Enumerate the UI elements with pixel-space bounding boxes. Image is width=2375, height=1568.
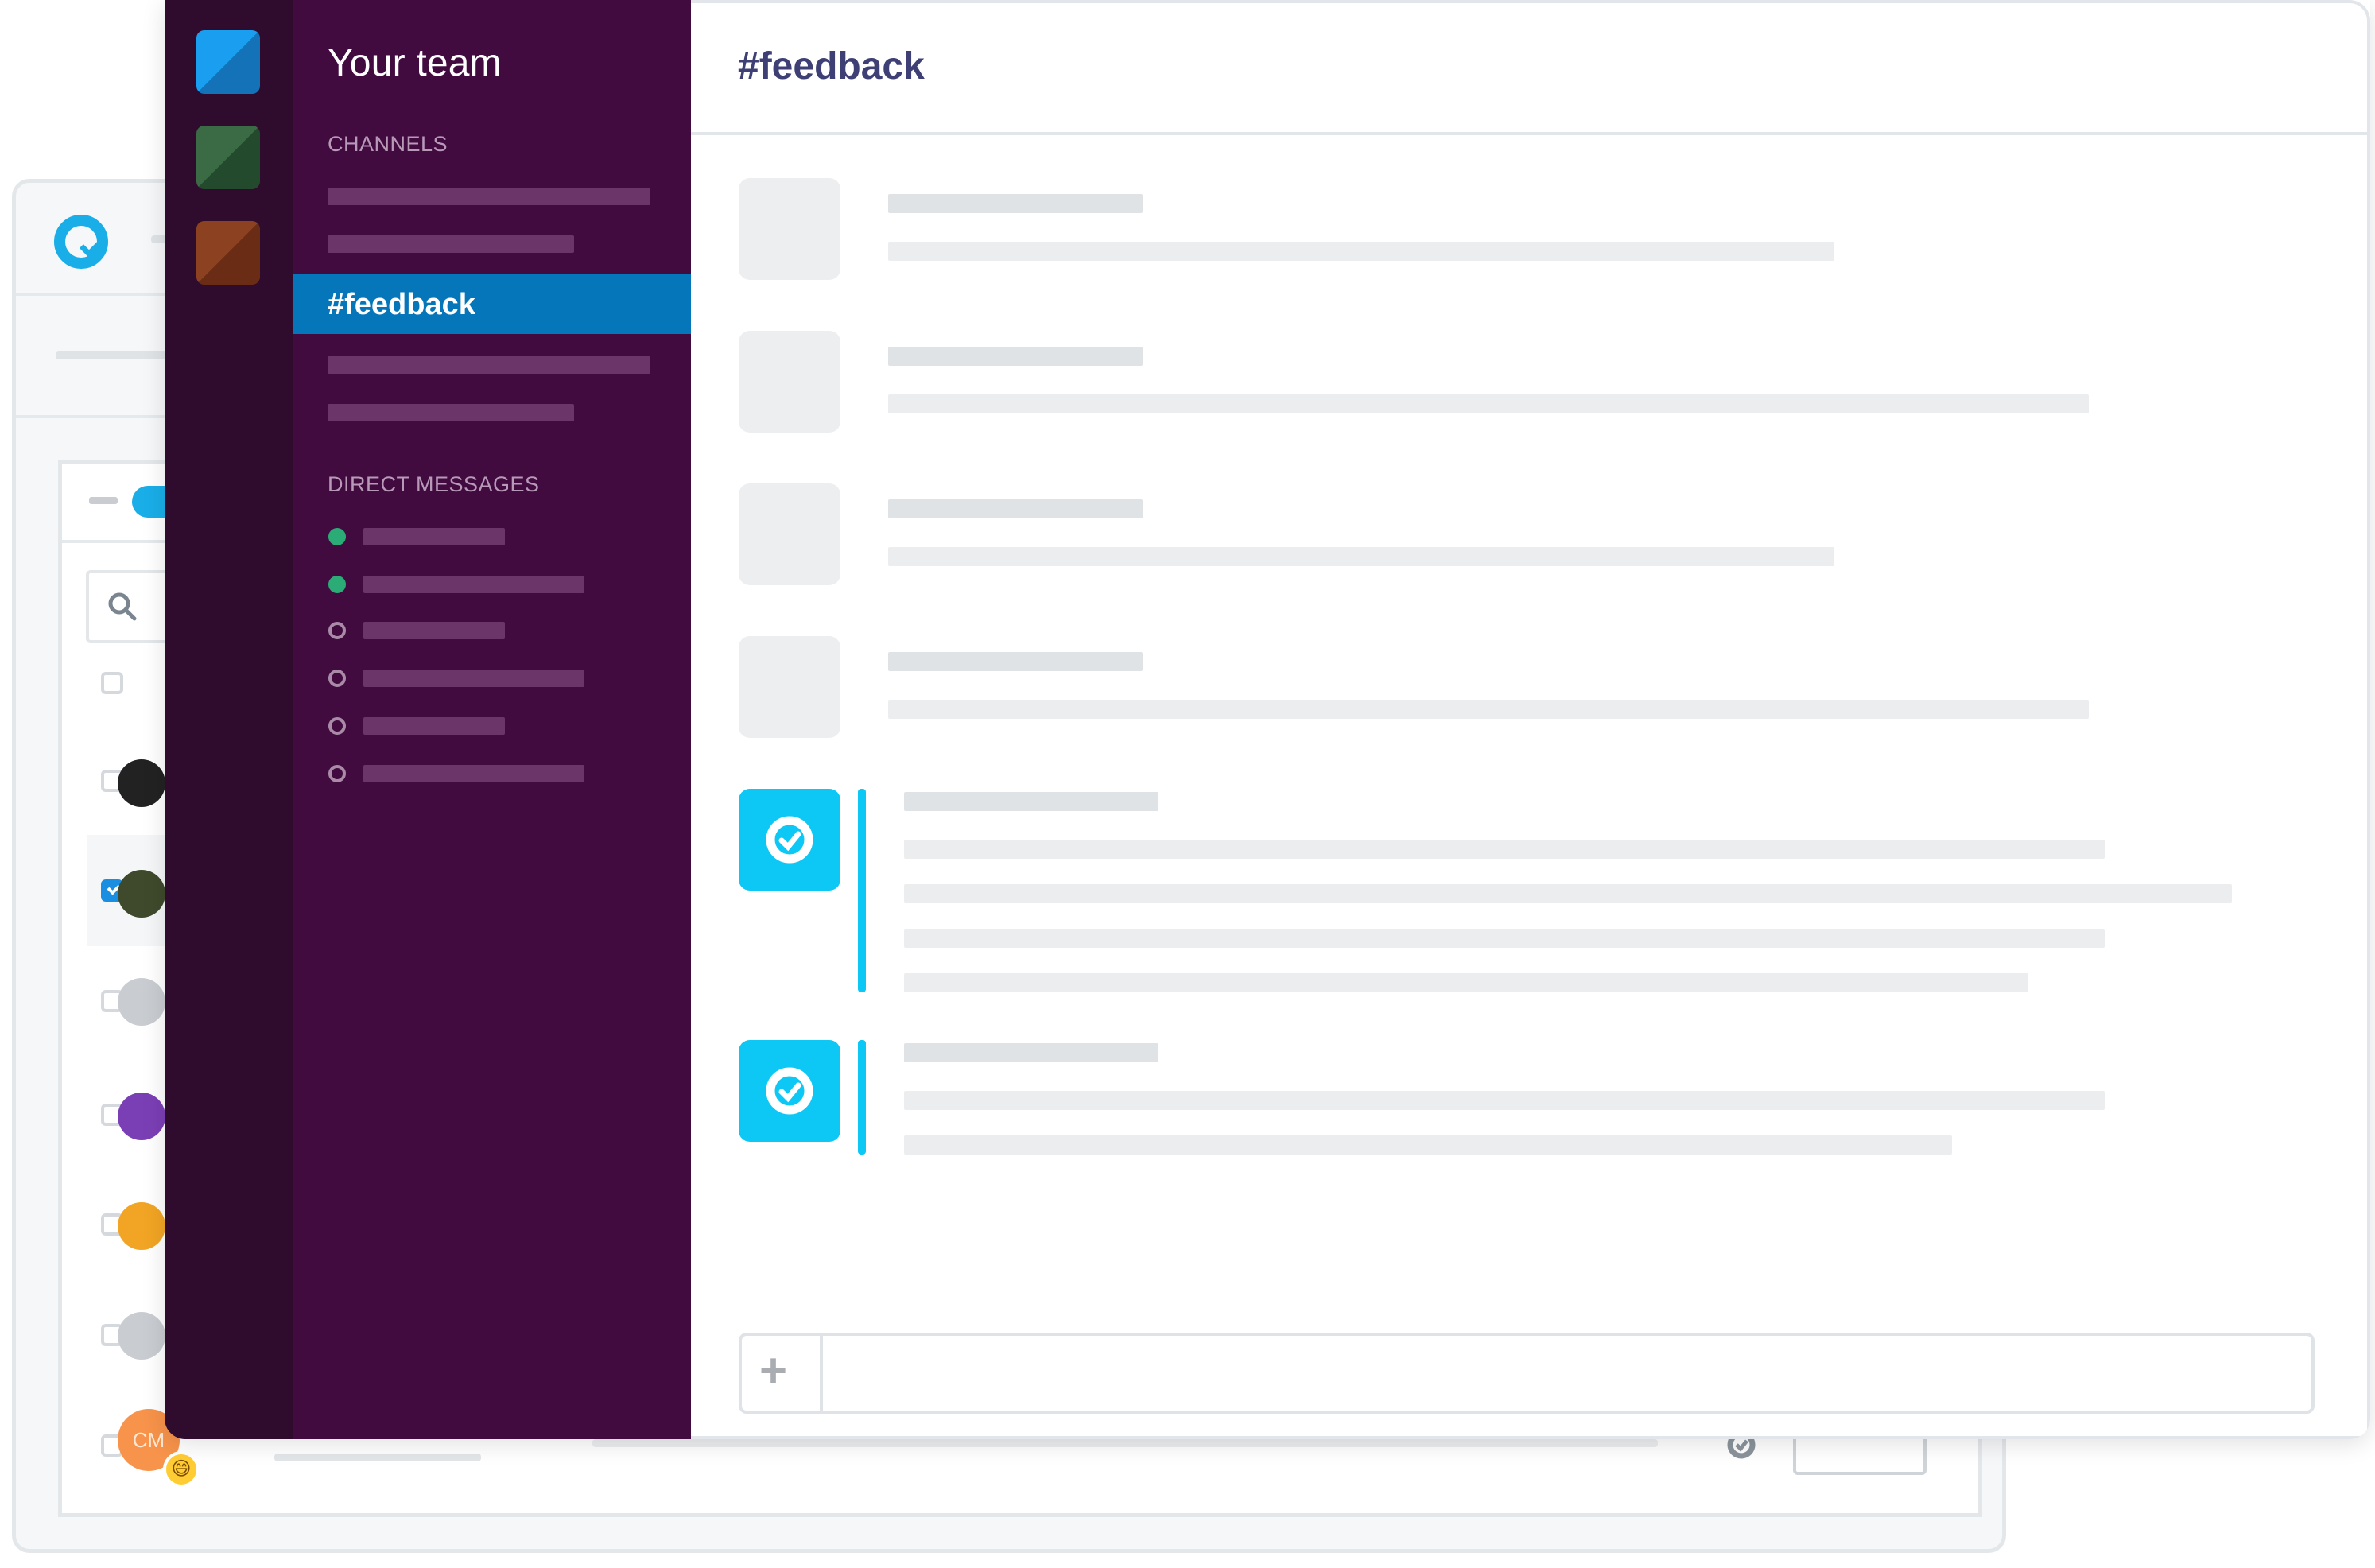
message-text: [904, 973, 2028, 992]
message-text: [888, 700, 2089, 719]
avatar: [739, 331, 840, 433]
page-title: #feedback: [738, 45, 925, 87]
dm-item[interactable]: [363, 528, 505, 545]
message-text: [904, 1135, 1952, 1155]
team-tile-green[interactable]: [196, 126, 260, 189]
bot-avatar: [739, 1040, 840, 1142]
team-name[interactable]: Your team: [328, 41, 502, 85]
presence-offline-icon: [328, 765, 346, 782]
avatar: [118, 870, 165, 918]
avatar: [118, 978, 165, 1026]
add-attachment-button[interactable]: +: [742, 1336, 823, 1411]
attachment-bar: [858, 1040, 866, 1155]
avatar: [739, 483, 840, 585]
avatar: [739, 636, 840, 738]
channel-item[interactable]: [328, 404, 574, 421]
presence-online-icon: [328, 576, 346, 593]
message-composer: +: [739, 1333, 2315, 1414]
avatar: [118, 1202, 165, 1250]
direct-messages-heading: DIRECT MESSAGES: [328, 472, 540, 496]
message-author: [904, 792, 1158, 811]
chat-app-window: Your team CHANNELS #feedback DIRECT MESS…: [165, 0, 2370, 1439]
attachment-bar: [858, 789, 866, 992]
channel-main-pane: #feedback +: [691, 0, 2370, 1439]
dm-item[interactable]: [363, 765, 584, 782]
message-text: [888, 547, 1834, 566]
channel-item-feedback[interactable]: #feedback: [293, 274, 691, 334]
row-placeholder: [592, 1439, 1658, 1447]
message-author: [888, 652, 1143, 671]
checkcircle-logo-icon: [54, 215, 108, 269]
message-text: [888, 242, 1834, 261]
avatar: [118, 1312, 165, 1360]
channel-sidebar: Your team CHANNELS #feedback DIRECT MESS…: [293, 0, 691, 1439]
collapse-icon[interactable]: [89, 497, 118, 504]
team-tile-orange[interactable]: [196, 221, 260, 285]
bot-avatar: [739, 789, 840, 891]
select-all-checkbox[interactable]: [101, 672, 123, 694]
checkcircle-logo-icon: [766, 1067, 813, 1115]
dm-item[interactable]: [363, 717, 505, 735]
avatar: [118, 1093, 165, 1140]
message-author: [904, 1043, 1158, 1062]
avatar: [739, 178, 840, 280]
channel-item[interactable]: [328, 188, 650, 205]
row-placeholder: [274, 1454, 481, 1461]
message-text: [904, 884, 2232, 903]
search-icon: [108, 592, 137, 621]
team-tile-blue[interactable]: [196, 30, 260, 94]
message-input[interactable]: [825, 1336, 2311, 1411]
team-switcher: [165, 0, 293, 1439]
message-text: [888, 394, 2089, 413]
checkcircle-logo-icon: [766, 816, 813, 864]
presence-offline-icon: [328, 670, 346, 687]
dm-item[interactable]: [363, 670, 584, 687]
channel-item-label: #feedback: [328, 288, 475, 321]
presence-offline-icon: [328, 622, 346, 639]
dm-item[interactable]: [363, 622, 505, 639]
channel-item[interactable]: [328, 235, 574, 253]
message-author: [888, 194, 1143, 213]
toolbar-placeholder: [56, 351, 175, 359]
message-text: [904, 929, 2105, 948]
channels-heading: CHANNELS: [328, 132, 448, 156]
message-text: [904, 1091, 2105, 1110]
message-author: [888, 347, 1143, 366]
channel-item[interactable]: [328, 356, 650, 374]
presence-online-icon: [328, 528, 346, 545]
plus-icon: +: [759, 1344, 788, 1397]
message-author: [888, 499, 1143, 518]
avatar: [118, 759, 165, 807]
dm-item[interactable]: [363, 576, 584, 593]
presence-offline-icon: [328, 717, 346, 735]
channel-header: #feedback: [691, 3, 2367, 135]
message-text: [904, 840, 2105, 859]
emoji-badge: 😄: [163, 1451, 200, 1488]
